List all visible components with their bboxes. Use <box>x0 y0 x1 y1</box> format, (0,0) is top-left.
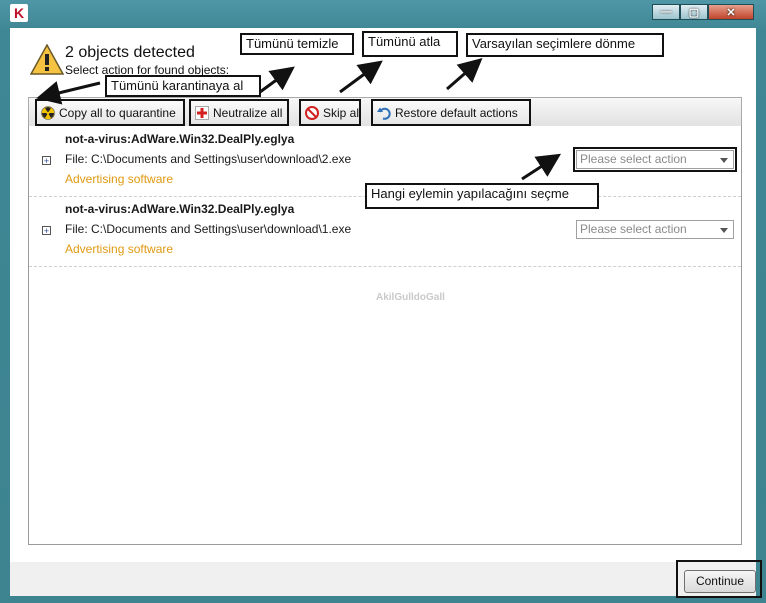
arrow-quarantine <box>36 81 101 105</box>
annotation-arrows <box>36 58 562 181</box>
arrow-neutralize <box>259 66 295 94</box>
arrow-select-action <box>521 153 562 181</box>
arrow-restore <box>446 58 483 91</box>
arrow-skip <box>339 60 383 94</box>
